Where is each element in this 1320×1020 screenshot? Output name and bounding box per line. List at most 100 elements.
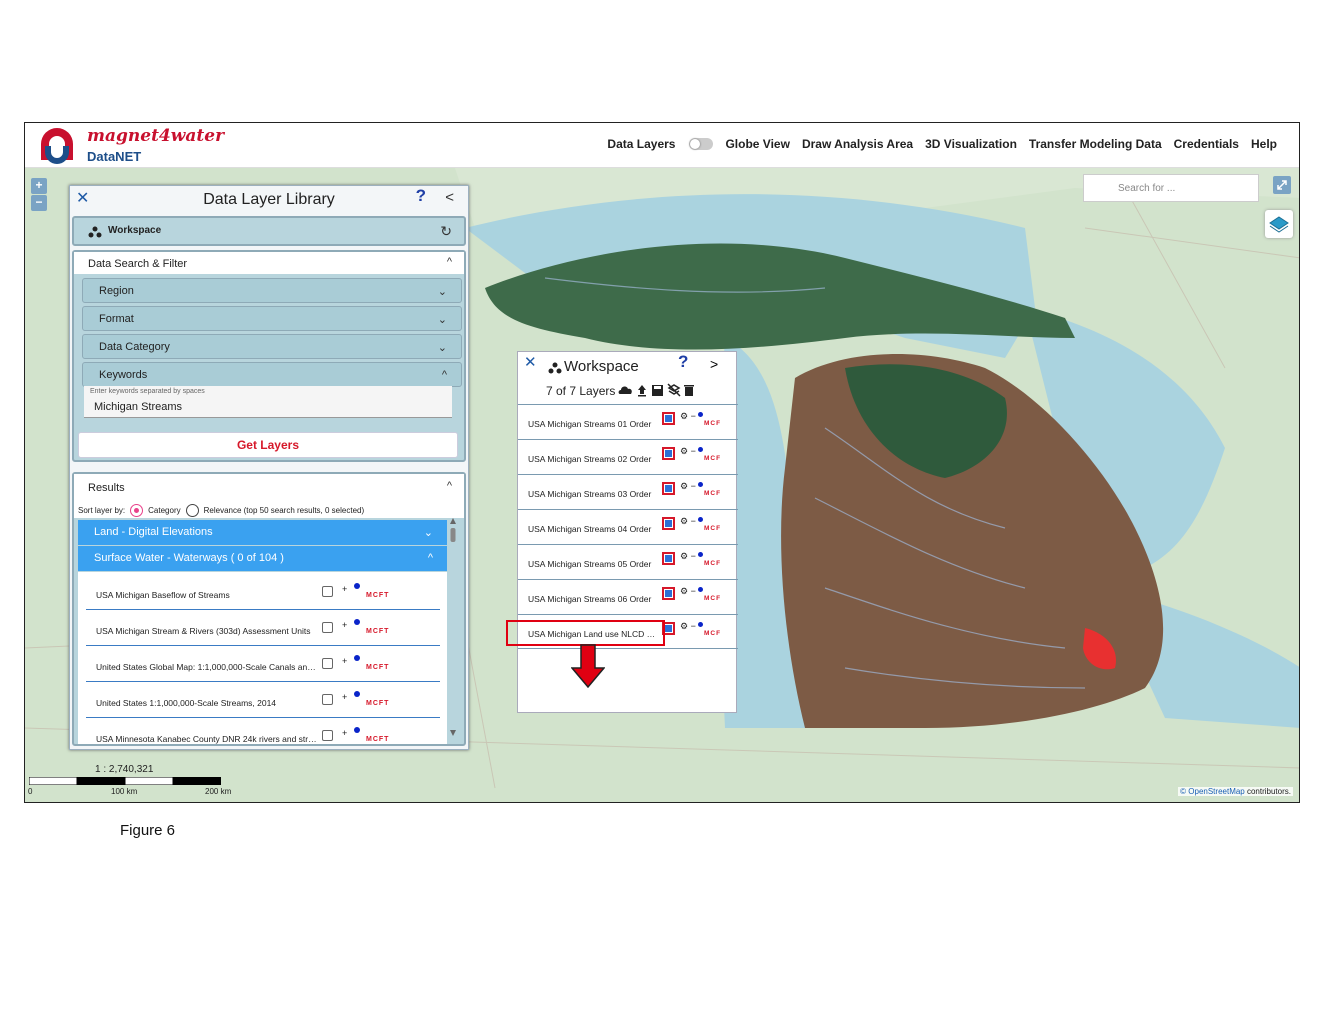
save-icon: [652, 385, 663, 396]
map-search-input[interactable]: Search for ...: [1083, 174, 1259, 202]
zoom-in-button[interactable]: +: [31, 178, 47, 194]
expand-icon[interactable]: >: [710, 356, 718, 372]
nav-transfer-modeling-data[interactable]: Transfer Modeling Data: [1029, 137, 1162, 151]
layer-visible-checkbox[interactable]: [662, 517, 675, 530]
result-name: USA Michigan Stream & Rivers (303d) Asse…: [96, 626, 311, 636]
gear-icon[interactable]: ⚙ −: [680, 586, 696, 597]
chevron-down-icon: ⌄: [437, 286, 447, 298]
fullscreen-icon[interactable]: [1273, 176, 1291, 194]
workspace-icon: [88, 226, 102, 238]
info-icon[interactable]: [354, 691, 360, 697]
layers-off-icon: [667, 383, 681, 397]
osm-link[interactable]: © OpenStreetMap: [1180, 787, 1245, 796]
sort-category-radio[interactable]: [130, 504, 144, 517]
info-icon[interactable]: [354, 583, 360, 589]
sort-relevance-radio[interactable]: [185, 504, 199, 517]
result-name: USA Michigan Baseflow of Streams: [96, 590, 230, 600]
result-flags: MCFT: [366, 628, 390, 635]
info-icon[interactable]: [698, 447, 703, 452]
filter-keywords[interactable]: Keywords ^: [82, 362, 462, 387]
sort-category-label: Category: [148, 506, 181, 515]
scale-ratio: 1 : 2,740,321: [95, 764, 154, 775]
workspace-title: Workspace: [564, 358, 639, 375]
attribution-text: contributors.: [1244, 787, 1291, 796]
category-surface-water[interactable]: Surface Water - Waterways ( 0 of 104 ) ^: [78, 546, 447, 571]
filter-keywords-label: Keywords: [99, 369, 148, 381]
top-bar: magnet4water DataNET Data Layers Globe V…: [25, 123, 1299, 168]
filter-data-category[interactable]: Data Category ⌄: [82, 334, 462, 359]
plus-icon[interactable]: +: [342, 584, 347, 594]
workspace-section[interactable]: Workspace ↻: [72, 216, 466, 246]
layer-visible-checkbox[interactable]: [662, 412, 675, 425]
info-icon[interactable]: [698, 587, 703, 592]
layer-flags: MCF: [704, 595, 722, 602]
results-title: Results: [88, 482, 125, 494]
layer-visible-checkbox[interactable]: [662, 447, 675, 460]
zoom-out-button[interactable]: −: [31, 195, 47, 211]
map-attribution: © OpenStreetMap contributors.: [1178, 787, 1293, 796]
layer-flags: MCF: [704, 455, 722, 462]
layer-flags: MCF: [704, 560, 722, 567]
search-filter-section: Data Search & Filter ^ Region ⌄ Format ⌄ D…: [72, 250, 466, 462]
plus-icon[interactable]: +: [342, 620, 347, 630]
info-icon[interactable]: [354, 619, 360, 625]
get-layers-button[interactable]: Get Layers: [78, 432, 458, 458]
info-icon[interactable]: [698, 482, 703, 487]
result-checkbox[interactable]: [322, 694, 333, 705]
main-nav: Data Layers Globe View Draw Analysis Are…: [607, 137, 1277, 151]
workspace-layer-row: USA Michigan Streams 04 Order ⚙ − MCF: [518, 509, 738, 544]
scale-label-100: 100 km: [111, 787, 138, 796]
nav-help[interactable]: Help: [1251, 137, 1277, 151]
category-land-elevations[interactable]: Land - Digital Elevations ⌄: [78, 520, 447, 545]
result-checkbox[interactable]: [322, 730, 333, 741]
layer-flags: MCF: [704, 525, 722, 532]
list-item: United States Global Map: 1:1,000,000-Sc…: [86, 646, 440, 682]
info-icon[interactable]: [354, 727, 360, 733]
info-icon[interactable]: [698, 552, 703, 557]
gear-icon[interactable]: ⚙ −: [680, 411, 696, 422]
help-icon[interactable]: ?: [678, 352, 688, 372]
figure-caption: Figure 6: [120, 822, 176, 839]
plus-icon[interactable]: +: [342, 728, 347, 738]
plus-icon[interactable]: +: [342, 656, 347, 666]
plus-icon[interactable]: +: [342, 692, 347, 702]
help-icon[interactable]: ?: [416, 186, 426, 206]
layer-visible-checkbox[interactable]: [662, 587, 675, 600]
close-icon[interactable]: ✕: [524, 353, 537, 371]
collapse-icon[interactable]: <: [445, 189, 454, 206]
layer-visible-checkbox[interactable]: [662, 482, 675, 495]
layer-name: USA Michigan Streams 05 Order: [528, 559, 652, 569]
info-icon[interactable]: [354, 655, 360, 661]
nav-globe-view[interactable]: Globe View: [725, 137, 789, 151]
filter-format-label: Format: [99, 313, 134, 325]
info-icon[interactable]: [698, 517, 703, 522]
workspace-layer-row: USA Michigan Streams 06 Order ⚙ − MCF: [518, 579, 738, 614]
info-icon[interactable]: [698, 622, 703, 627]
gear-icon[interactable]: ⚙ −: [680, 481, 696, 492]
chevron-up-icon[interactable]: ^: [447, 480, 452, 492]
result-checkbox[interactable]: [322, 586, 333, 597]
layer-visible-checkbox[interactable]: [662, 552, 675, 565]
nav-3d-visualization[interactable]: 3D Visualization: [925, 137, 1017, 151]
result-checkbox[interactable]: [322, 622, 333, 633]
keywords-input[interactable]: Enter keywords separated by spaces Michi…: [84, 386, 452, 418]
gear-icon[interactable]: ⚙ −: [680, 621, 696, 632]
globe-view-toggle[interactable]: [689, 138, 714, 150]
results-scrollbar[interactable]: [450, 518, 456, 736]
filter-format[interactable]: Format ⌄: [82, 306, 462, 331]
gear-icon[interactable]: ⚙ −: [680, 516, 696, 527]
nav-data-layers[interactable]: Data Layers: [607, 137, 675, 151]
refresh-icon[interactable]: ↻: [440, 223, 452, 240]
info-icon[interactable]: [698, 412, 703, 417]
filter-region[interactable]: Region ⌄: [82, 278, 462, 303]
basemap-layers-icon[interactable]: [1265, 210, 1293, 238]
result-checkbox[interactable]: [322, 658, 333, 669]
result-name: United States Global Map: 1:1,000,000-Sc…: [96, 662, 320, 672]
gear-icon[interactable]: ⚙ −: [680, 551, 696, 562]
gear-icon[interactable]: ⚙ −: [680, 446, 696, 457]
nav-credentials[interactable]: Credentials: [1174, 137, 1239, 151]
nav-draw-analysis-area[interactable]: Draw Analysis Area: [802, 137, 913, 151]
upload-icon: [638, 385, 646, 397]
chevron-down-icon: ⌄: [423, 527, 433, 539]
chevron-up-icon[interactable]: ^: [447, 256, 452, 268]
